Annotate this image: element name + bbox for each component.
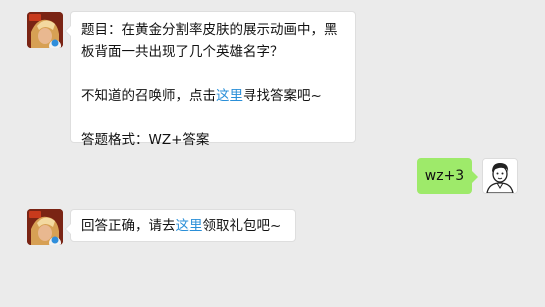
user-reply-bubble: wz+3 bbox=[417, 158, 478, 194]
help-text-after: 寻找答案吧~ bbox=[243, 88, 322, 104]
help-text-before: 不知道的召唤师，点击 bbox=[81, 88, 216, 104]
result-line: 回答正确，请去这里领取礼包吧~ bbox=[81, 215, 285, 237]
user-avatar[interactable] bbox=[482, 158, 518, 194]
reward-link[interactable]: 这里 bbox=[176, 218, 203, 234]
help-link[interactable]: 这里 bbox=[216, 88, 243, 104]
answer-format: 答题格式：WZ+答案 bbox=[81, 132, 210, 148]
question-line-2: 板背面一共出现了几个英雄名字？ bbox=[81, 44, 284, 60]
result-text-before: 回答正确，请去 bbox=[81, 218, 176, 234]
user-reply-text: wz+3 bbox=[424, 168, 465, 184]
result-text-after: 领取礼包吧~ bbox=[202, 218, 282, 234]
help-line: 不知道的召唤师，点击这里寻找答案吧~ bbox=[81, 85, 345, 107]
question-message-bubble: 题目：在黄金分割率皮肤的展示动画中，黑 板背面一共出现了几个英雄名字？ 不知道的… bbox=[65, 11, 356, 148]
bot-avatar[interactable] bbox=[27, 209, 63, 245]
question-line-1: 题目：在黄金分割率皮肤的展示动画中，黑 bbox=[81, 22, 338, 38]
result-message-bubble: 回答正确，请去这里领取礼包吧~ bbox=[65, 209, 296, 242]
bot-avatar[interactable] bbox=[27, 12, 63, 48]
